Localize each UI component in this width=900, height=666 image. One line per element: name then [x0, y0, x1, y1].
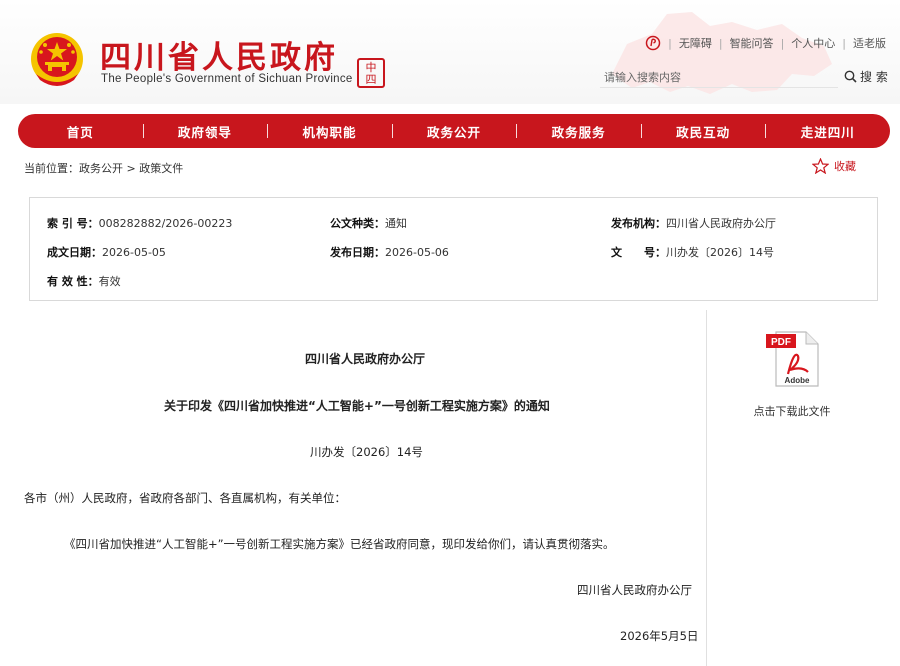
download-file-link[interactable]: 点击下载此文件 [708, 403, 876, 419]
doc-title: 关于印发《四川省加快推进“人工智能+”一号创新工程实施方案》的通知 [164, 399, 550, 413]
pdf-icon-text: PDF [771, 337, 791, 348]
breadcrumb-separator: > [123, 162, 140, 175]
meta-type-label: 公文种类： [330, 217, 385, 230]
top-links: | 无障碍 | 智能问答 | 个人中心 | 适老版 [645, 35, 886, 51]
accessibility-link[interactable]: 无障碍 [679, 35, 712, 51]
meta-issuer: 发布机构：四川省人民政府办公厅 [611, 215, 776, 231]
nav-leaders[interactable]: 政府领导 [142, 122, 268, 141]
meta-docno-value: 川办发〔2026〕14号 [666, 246, 774, 259]
smart-qa-link[interactable]: 智能问答 [730, 35, 774, 51]
elderly-mode-link[interactable]: 适老版 [853, 35, 886, 51]
nav-home[interactable]: 首页 [18, 122, 143, 141]
adobe-brand-text: Adobe [785, 376, 810, 385]
search-button-label: 搜 索 [860, 70, 888, 84]
search-button[interactable]: 搜 索 [844, 68, 888, 85]
meta-docno-label: 文 号： [611, 246, 666, 259]
meta-issuer-value: 四川省人民政府办公厅 [666, 217, 776, 230]
document-body: 四川省人民政府办公厅 关于印发《四川省加快推进“人工智能+”一号创新工程实施方案… [0, 310, 707, 666]
meta-created-label: 成文日期： [47, 246, 102, 259]
favorite-button[interactable]: 收藏 [812, 158, 856, 174]
doc-signature: 四川省人民政府办公厅 [577, 583, 692, 597]
location-pin-icon[interactable] [645, 35, 661, 51]
search-underline [600, 87, 838, 88]
doc-date: 2026年5月5日 [620, 629, 699, 643]
breadcrumb-prefix: 当前位置： [24, 162, 79, 175]
meta-published-label: 发布日期： [330, 246, 385, 259]
main-nav: 首页 政府领导 机构职能 政务公开 政务服务 政民互动 走进四川 [18, 114, 890, 148]
doc-body-paragraph: 《四川省加快推进“人工智能+”一号创新工程实施方案》已经省政府同意，现印发给你们… [64, 537, 615, 551]
breadcrumb-item-public-affairs[interactable]: 政务公开 [79, 162, 123, 175]
sichuan-seal-logo: 中四 [357, 58, 385, 88]
meta-published-value: 2026-05-06 [385, 246, 449, 259]
meta-issuer-label: 发布机构： [611, 217, 666, 230]
meta-created-value: 2026-05-05 [102, 246, 166, 259]
pdf-file-icon[interactable]: PDF Adobe [764, 330, 820, 388]
site-header: 四川省人民政府 The People's Government of Sichu… [0, 0, 900, 104]
document-meta-box: 索 引 号：008282882/2026-00223 公文种类：通知 发布机构：… [29, 197, 878, 301]
search-input[interactable] [600, 67, 838, 87]
meta-type-value: 通知 [385, 217, 407, 230]
favorite-label: 收藏 [834, 160, 856, 173]
breadcrumb-item-policy-docs[interactable]: 政策文件 [139, 162, 183, 175]
site-subtitle: The People's Government of Sichuan Provi… [101, 73, 353, 85]
doc-salutation: 各市（州）人民政府，省政府各部门、各直属机构，有关单位： [24, 491, 346, 505]
user-center-link[interactable]: 个人中心 [791, 35, 835, 51]
site-title: 四川省人民政府 [100, 40, 338, 76]
meta-index-value: 008282882/2026-00223 [98, 217, 233, 230]
meta-validity-label: 有 效 性： [47, 275, 99, 288]
meta-docno: 文 号：川办发〔2026〕14号 [611, 244, 774, 260]
meta-validity: 有 效 性：有效 [47, 273, 121, 289]
search-bar: 搜 索 [600, 67, 890, 88]
meta-type: 公文种类：通知 [330, 215, 407, 231]
meta-published: 发布日期：2026-05-06 [330, 244, 449, 260]
doc-org: 四川省人民政府办公厅 [305, 352, 426, 366]
nav-interaction[interactable]: 政民互动 [640, 122, 766, 141]
meta-index: 索 引 号：008282882/2026-00223 [47, 215, 232, 231]
nav-public-affairs[interactable]: 政务公开 [391, 122, 517, 141]
meta-created: 成文日期：2026-05-05 [47, 244, 166, 260]
meta-validity-value: 有效 [98, 275, 121, 288]
nav-institutions[interactable]: 机构职能 [267, 122, 392, 141]
download-panel: PDF Adobe 点击下载此文件 [708, 310, 900, 666]
doc-number: 川办发〔2026〕14号 [310, 445, 423, 459]
search-icon [844, 70, 857, 83]
national-emblem-icon [31, 33, 83, 86]
meta-index-label: 索 引 号： [47, 217, 99, 230]
nav-services[interactable]: 政务服务 [516, 122, 641, 141]
breadcrumb: 当前位置：政务公开 > 政策文件 [24, 160, 183, 176]
star-icon [812, 158, 829, 174]
nav-about-sichuan[interactable]: 走进四川 [765, 122, 890, 141]
